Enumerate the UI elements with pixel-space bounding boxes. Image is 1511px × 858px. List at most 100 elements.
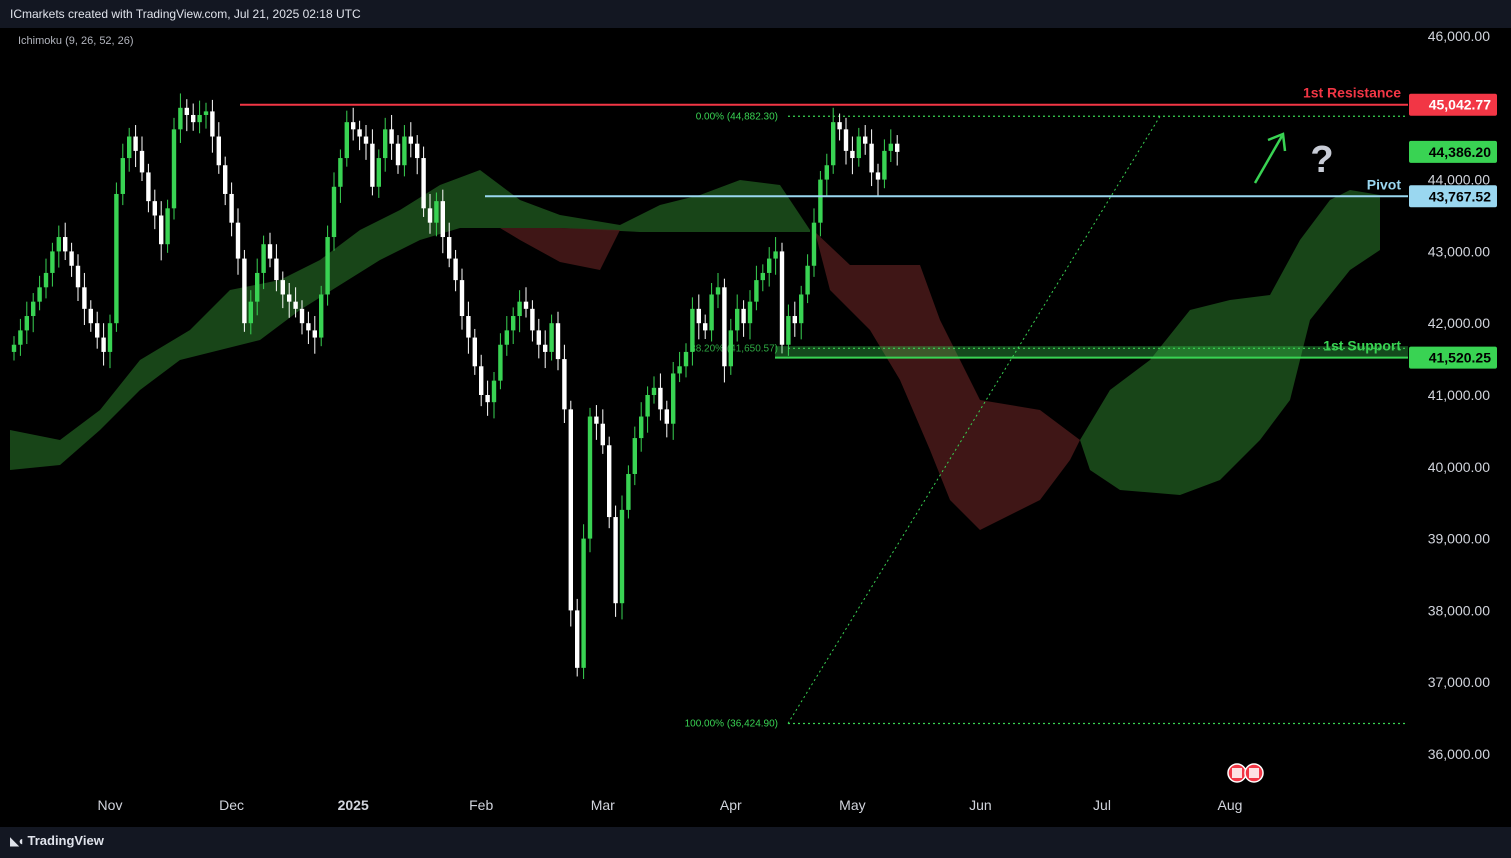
candle-body bbox=[664, 409, 669, 424]
candle-body bbox=[139, 150, 145, 173]
candle-body bbox=[447, 237, 452, 259]
candle-body bbox=[472, 337, 477, 367]
resistance-tag-label: 45,042.77 bbox=[1429, 97, 1491, 113]
candle-body bbox=[56, 237, 61, 252]
candle-body bbox=[165, 208, 170, 245]
tradingview-logo[interactable]: ◣◖ TradingView bbox=[10, 833, 104, 848]
candle-body bbox=[152, 201, 157, 216]
candle-body bbox=[786, 316, 791, 345]
candle-body bbox=[191, 114, 196, 123]
candle-body bbox=[127, 136, 132, 159]
candle-body bbox=[760, 272, 765, 281]
time-tick-label: Apr bbox=[720, 797, 742, 813]
candle-body bbox=[741, 308, 746, 324]
price-tick-label: 46,000.00 bbox=[1428, 28, 1490, 44]
candle-body bbox=[357, 129, 362, 137]
candle-body bbox=[120, 158, 125, 194]
candle-body bbox=[363, 136, 369, 144]
price-tick-label: 39,000.00 bbox=[1428, 531, 1490, 547]
time-tick-label: Jun bbox=[969, 797, 992, 813]
candle-body bbox=[690, 308, 695, 352]
question-mark-icon: ? bbox=[1310, 139, 1333, 181]
tradingview-icon: ◣◖ bbox=[10, 833, 25, 848]
candle-body bbox=[581, 538, 586, 668]
candle-body bbox=[31, 301, 36, 317]
candle-body bbox=[63, 237, 68, 252]
candle-body bbox=[319, 294, 324, 338]
candle-body bbox=[325, 237, 330, 295]
candle-body bbox=[875, 172, 881, 180]
candle-body bbox=[491, 380, 497, 403]
price-axis[interactable]: 46,000.00 44,000.00 43,000.00 42,000.00 41,0… bbox=[1409, 28, 1497, 762]
candle-body bbox=[651, 387, 657, 395]
candle-body bbox=[101, 337, 106, 352]
candle-body bbox=[792, 316, 797, 324]
candle-body bbox=[216, 136, 221, 166]
candle-body bbox=[389, 129, 394, 144]
candle-body bbox=[895, 143, 900, 152]
candle-body bbox=[88, 308, 93, 324]
candle-body bbox=[523, 301, 529, 309]
candle-body bbox=[831, 122, 836, 166]
candle-body bbox=[69, 251, 74, 266]
candle-body bbox=[735, 308, 740, 331]
candle-body bbox=[562, 359, 567, 410]
candle-body bbox=[434, 201, 439, 223]
candle-body bbox=[50, 251, 55, 273]
candle-body bbox=[639, 416, 644, 439]
candle-body bbox=[344, 122, 349, 159]
candle-body bbox=[818, 179, 823, 223]
candle-body bbox=[223, 165, 228, 194]
candle-body bbox=[261, 244, 266, 273]
time-tick-label: Aug bbox=[1218, 797, 1243, 813]
candle-body bbox=[229, 193, 234, 223]
candle-body bbox=[395, 143, 401, 166]
candle-body bbox=[178, 107, 183, 130]
candle-body bbox=[856, 136, 861, 159]
price-tick-label: 37,000.00 bbox=[1428, 674, 1490, 690]
candle-body bbox=[107, 323, 113, 352]
flag-stripe-icon bbox=[1249, 768, 1259, 778]
candle-body bbox=[383, 129, 388, 159]
candle-body bbox=[671, 373, 676, 424]
time-tick-label: 2025 bbox=[338, 797, 369, 813]
candle-body bbox=[504, 330, 509, 345]
candle-body bbox=[427, 208, 433, 223]
candle-body bbox=[543, 344, 548, 352]
candle-body bbox=[287, 294, 292, 302]
candle-body bbox=[338, 158, 343, 187]
price-tick-label: 44,000.00 bbox=[1428, 172, 1490, 188]
price-tick-label: 36,000.00 bbox=[1428, 746, 1490, 762]
candle-body bbox=[799, 294, 804, 324]
candle-body bbox=[376, 158, 381, 187]
candle-body bbox=[677, 366, 682, 374]
candle-body bbox=[530, 308, 535, 331]
time-axis[interactable]: Nov Dec 2025 Feb Mar Apr May Jun Jul Aug bbox=[98, 797, 1243, 813]
candle-body bbox=[459, 280, 465, 317]
candle-body bbox=[843, 129, 849, 151]
candle-body bbox=[82, 287, 87, 309]
time-tick-label: May bbox=[839, 797, 865, 813]
candle-body bbox=[863, 136, 868, 144]
price-tick-label: 38,000.00 bbox=[1428, 602, 1490, 618]
up-arrow-head-icon bbox=[1267, 132, 1287, 152]
candle-body bbox=[197, 114, 202, 123]
candle-body bbox=[267, 244, 273, 259]
candle-body bbox=[619, 509, 625, 604]
candle-body bbox=[511, 316, 516, 331]
candle-body bbox=[607, 445, 612, 518]
candle-body bbox=[415, 143, 420, 159]
candle-body bbox=[747, 301, 753, 324]
candle-body bbox=[95, 323, 100, 338]
candle-body bbox=[632, 438, 637, 474]
candle-body bbox=[210, 111, 215, 137]
footer-bar bbox=[0, 827, 1511, 858]
candle-body bbox=[274, 258, 279, 281]
candle-body bbox=[453, 258, 458, 281]
candle-body bbox=[594, 416, 599, 424]
price-chart[interactable]: 0.00% (44,882.30) 100.00% (36,424.90) 38.2… bbox=[0, 0, 1511, 827]
time-tick-label: Nov bbox=[98, 797, 123, 813]
candle-body bbox=[779, 251, 785, 345]
candle-body bbox=[722, 287, 727, 367]
candle-body bbox=[645, 395, 650, 417]
